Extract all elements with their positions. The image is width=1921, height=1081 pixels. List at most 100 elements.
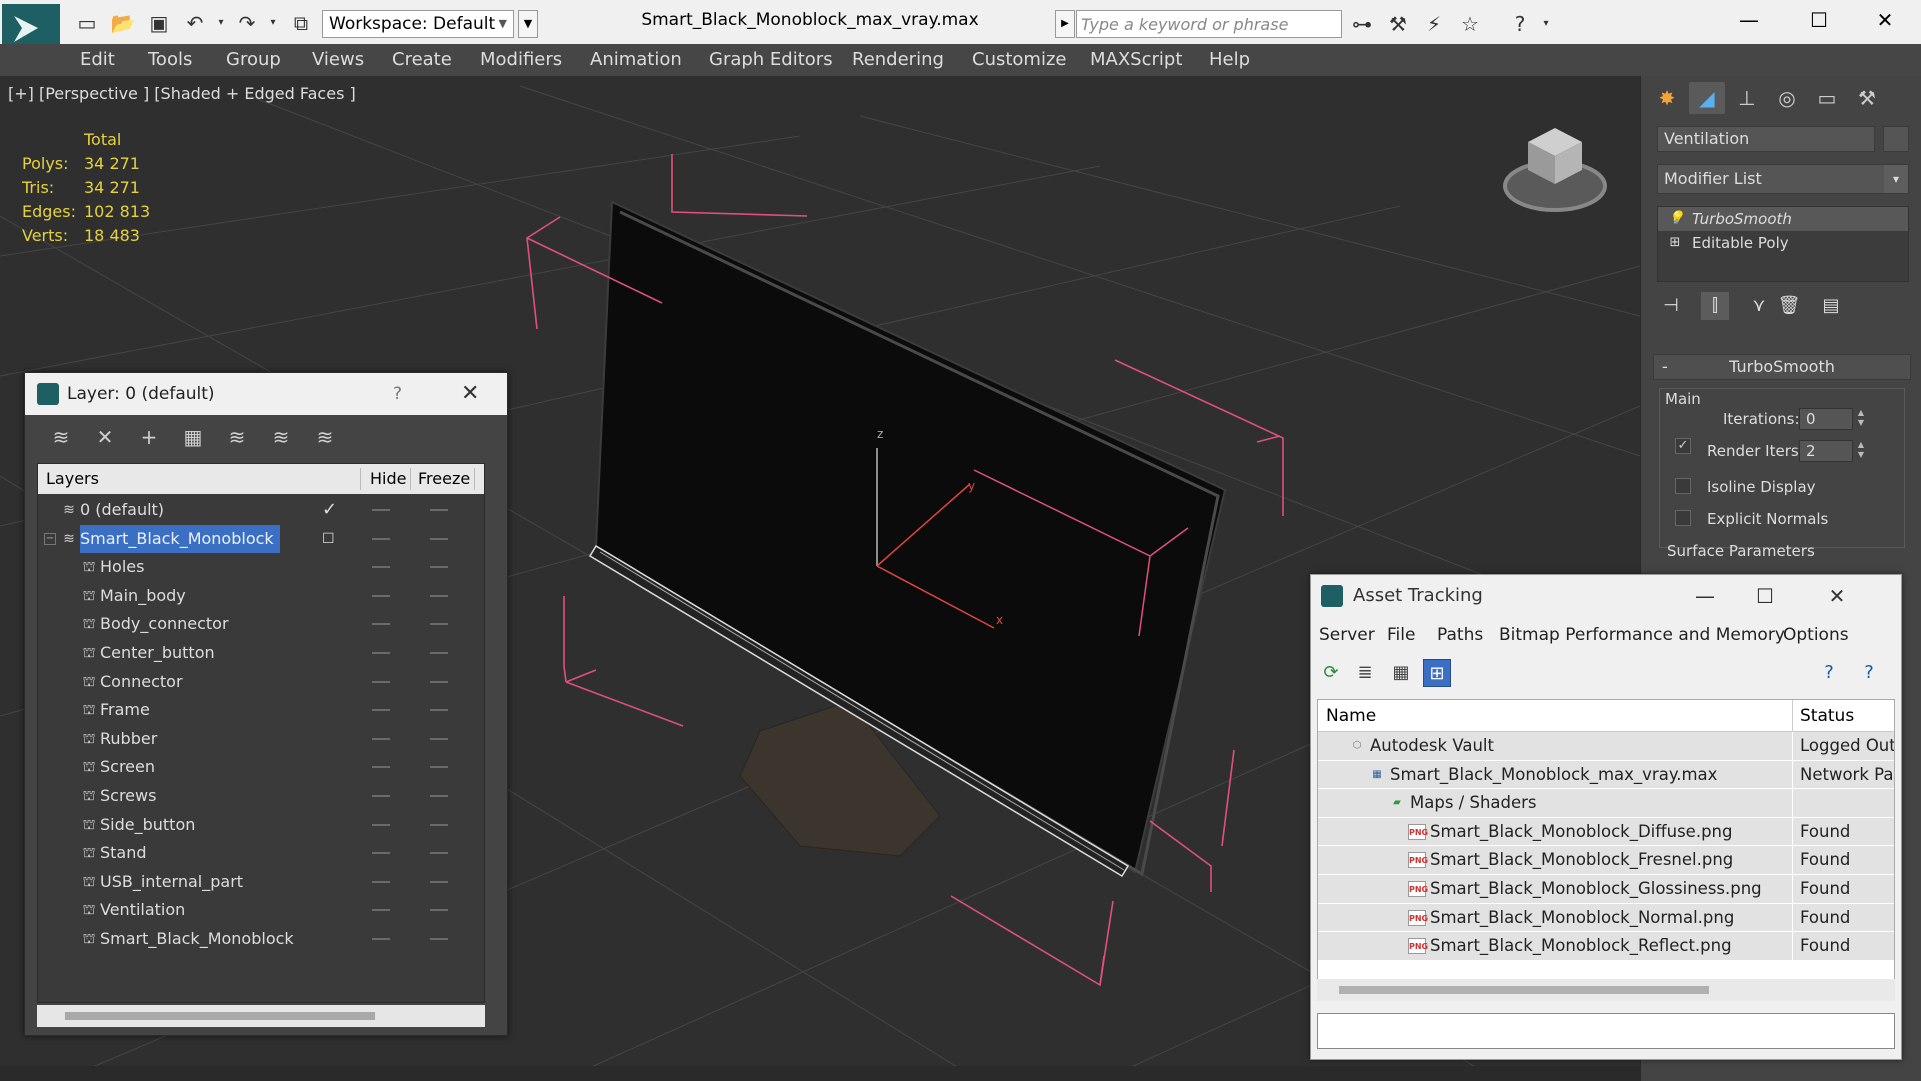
hide-toggle[interactable] (372, 880, 390, 883)
column-layers[interactable]: Layers (46, 464, 99, 494)
hide-toggle[interactable] (372, 852, 390, 855)
asset-path-field[interactable] (1317, 1013, 1895, 1049)
maximize-window-button[interactable]: ☐ (1737, 575, 1793, 617)
surface-parameters-label[interactable]: Surface Parameters (1667, 542, 1815, 560)
menu-group[interactable]: Group (226, 44, 281, 76)
freeze-toggle[interactable] (430, 794, 448, 797)
minimize-window-button[interactable]: — (1677, 575, 1733, 617)
object-row[interactable]: ⛫ Side_button (38, 811, 484, 840)
layer-row[interactable]: − ≋ Smart_Black_Monoblock ☐ (38, 524, 484, 554)
menu-options[interactable]: Options (1783, 617, 1849, 653)
refresh-icon[interactable]: ⟳ (1317, 659, 1345, 687)
freeze-toggle[interactable] (430, 909, 448, 912)
stack-item-turbosmooth[interactable]: 💡 TurboSmooth (1658, 207, 1908, 231)
menu-help[interactable]: Help (1209, 44, 1250, 76)
create-layer-icon[interactable]: ≋ (47, 423, 75, 451)
asset-row[interactable]: PNG Smart_Black_Monoblock_Diffuse.png Foun… (1318, 817, 1894, 847)
freeze-toggle[interactable] (430, 937, 448, 940)
scrollbar-thumb[interactable] (1339, 986, 1709, 994)
menu-rendering[interactable]: Rendering (852, 44, 944, 76)
viewcube-icon[interactable] (1500, 118, 1610, 218)
object-row[interactable]: ⛫ Connector (38, 668, 484, 697)
menu-animation[interactable]: Animation (590, 44, 682, 76)
asset-row[interactable]: PNG Smart_Black_Monoblock_Normal.png Found (1318, 903, 1894, 933)
hide-toggle[interactable] (372, 937, 390, 940)
menu-edit[interactable]: Edit (80, 44, 115, 76)
layer-properties-icon[interactable]: ≋ (311, 423, 339, 451)
undo-dropdown-icon[interactable]: ▾ (208, 10, 234, 36)
object-row[interactable]: ⛫ Screws (38, 782, 484, 811)
new-file-icon[interactable]: ▭ (74, 10, 100, 36)
table-view-icon[interactable]: ⊞ (1423, 659, 1451, 687)
help-dropdown-icon[interactable]: ▾ (1532, 10, 1560, 38)
help-context-icon[interactable]: ? (1855, 659, 1883, 687)
asset-row[interactable]: ▰ Maps / Shaders (1318, 789, 1894, 819)
close-icon[interactable]: ✕ (461, 373, 479, 415)
delete-layer-icon[interactable]: ✕ (91, 423, 119, 451)
hide-toggle[interactable] (372, 594, 390, 597)
iterations-input[interactable]: 0 (1799, 408, 1853, 430)
column-status[interactable]: Status (1800, 700, 1854, 732)
object-row[interactable]: ⛫ Center_button (38, 639, 484, 668)
maximize-window-button[interactable]: ☐ (1784, 0, 1854, 40)
explicit-normals-checkbox[interactable] (1675, 510, 1691, 526)
open-file-icon[interactable]: 📂 (110, 10, 136, 36)
show-end-result-icon[interactable]: ⫿ (1701, 292, 1729, 320)
hide-toggle[interactable] (372, 651, 390, 654)
hide-toggle[interactable] (372, 909, 390, 912)
menu-modifiers[interactable]: Modifiers (480, 44, 562, 76)
expand-plus-icon[interactable]: ⊞ (1668, 231, 1682, 255)
freeze-toggle[interactable] (430, 880, 448, 883)
set-active-layer-icon[interactable]: ☐ (322, 525, 335, 553)
asset-row[interactable]: ⬡ Autodesk Vault Logged Out (1318, 732, 1894, 761)
object-row[interactable]: ⛫ Holes (38, 553, 484, 582)
freeze-toggle[interactable] (430, 651, 448, 654)
hide-toggle[interactable] (372, 623, 390, 626)
workspace-menu-icon[interactable]: ▼ (518, 10, 538, 38)
undo-icon[interactable]: ↶ (182, 10, 208, 36)
menu-file[interactable]: File (1387, 617, 1415, 653)
object-row[interactable]: ⛫ Body_connector (38, 610, 484, 639)
freeze-toggle[interactable] (430, 766, 448, 769)
menu-customize[interactable]: Customize (972, 44, 1066, 76)
collapse-icon[interactable]: − (44, 532, 56, 545)
close-window-button[interactable]: ✕ (1850, 0, 1920, 40)
project-folder-icon[interactable]: ⧉ (288, 10, 314, 36)
add-to-layer-icon[interactable]: + (135, 423, 163, 451)
column-freeze[interactable]: Freeze (418, 464, 470, 494)
active-layer-check-icon[interactable]: ✓ (322, 496, 337, 524)
turbosmooth-rollout-header[interactable]: - TurboSmooth (1653, 354, 1911, 380)
hide-toggle[interactable] (372, 566, 390, 569)
object-name-field[interactable]: Ventilation (1657, 126, 1875, 152)
column-name[interactable]: Name (1326, 700, 1376, 732)
thumbnail-view-icon[interactable]: ▦ (1387, 659, 1415, 687)
motion-tab-icon[interactable]: ◎ (1769, 82, 1805, 114)
communication-center-icon[interactable]: ⚡ (1420, 10, 1448, 38)
minimize-window-button[interactable]: — (1714, 0, 1784, 40)
pin-stack-icon[interactable]: ⊣ (1657, 292, 1685, 320)
object-row[interactable]: ⛫ Ventilation (38, 896, 484, 925)
isoline-display-checkbox[interactable] (1675, 478, 1691, 494)
object-row[interactable]: ⛫ Main_body (38, 582, 484, 611)
layer-explorer-titlebar[interactable]: Layer: 0 (default) ? ✕ (25, 373, 507, 415)
redo-dropdown-icon[interactable]: ▾ (260, 10, 286, 36)
freeze-toggle[interactable] (430, 594, 448, 597)
remove-modifier-icon[interactable]: 🗑 (1775, 292, 1803, 320)
hide-toggle[interactable] (372, 509, 390, 511)
menu-maxscript[interactable]: MAXScript (1090, 44, 1182, 76)
hierarchy-tab-icon[interactable]: ⊥ (1729, 82, 1765, 114)
workspace-dropdown[interactable]: Workspace: Default ▼ (322, 10, 514, 38)
hide-toggle[interactable] (372, 680, 390, 683)
asset-row[interactable]: PNG Smart_Black_Monoblock_Fresnel.png Foun… (1318, 846, 1894, 876)
menu-views[interactable]: Views (312, 44, 364, 76)
render-iters-checkbox[interactable]: ✓ (1675, 438, 1691, 454)
make-unique-icon[interactable]: ⋎ (1745, 292, 1773, 320)
freeze-toggle[interactable] (430, 737, 448, 740)
select-objects-in-layer-icon[interactable]: ▦ (179, 423, 207, 451)
create-tab-icon[interactable]: ✸ (1649, 82, 1685, 114)
asset-row[interactable]: PNG Smart_Black_Monoblock_Reflect.png Foun… (1318, 932, 1894, 962)
redo-icon[interactable]: ↷ (234, 10, 260, 36)
horizontal-scrollbar[interactable] (1317, 979, 1895, 1001)
asset-row[interactable]: ▦ Smart_Black_Monoblock_max_vray.max Netwo… (1318, 760, 1894, 790)
help-icon[interactable]: ? (1815, 659, 1843, 687)
